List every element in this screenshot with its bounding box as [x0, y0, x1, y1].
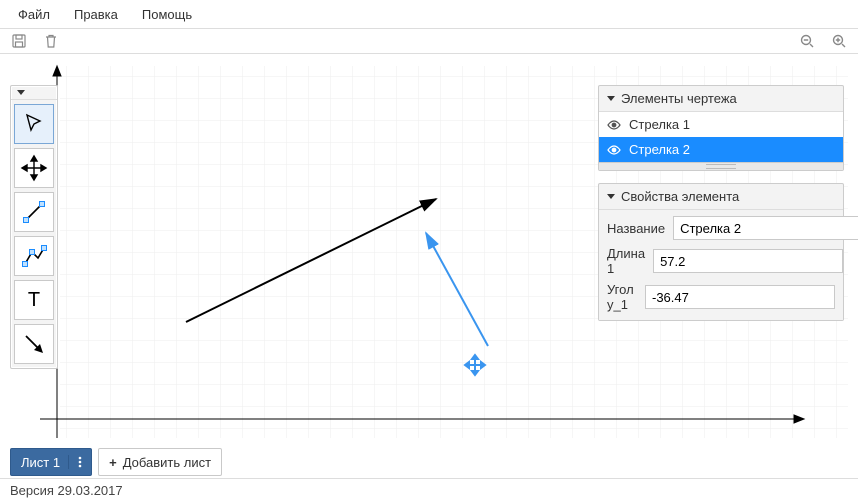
- properties-title: Свойства элемента: [621, 189, 739, 204]
- menu-file[interactable]: Файл: [6, 3, 62, 26]
- sheet-tab-menu[interactable]: [68, 455, 91, 469]
- properties-panel-header[interactable]: Свойства элемента: [599, 184, 843, 210]
- panel-resize-handle[interactable]: [599, 162, 843, 170]
- version-label: Версия 29.03.2017: [10, 483, 123, 498]
- prop-name-label: Название: [607, 221, 665, 236]
- layer-label: Стрелка 2: [629, 142, 690, 157]
- menu-help[interactable]: Помощь: [130, 3, 204, 26]
- layer-item[interactable]: Стрелка 2: [599, 137, 843, 162]
- add-sheet-label: Добавить лист: [123, 455, 211, 470]
- tool-move[interactable]: [14, 148, 54, 188]
- save-icon[interactable]: [10, 32, 28, 50]
- elements-panel-header[interactable]: Элементы чертежа: [599, 86, 843, 112]
- prop-angle-input[interactable]: [645, 285, 835, 309]
- eye-icon[interactable]: [607, 118, 621, 132]
- add-sheet-button[interactable]: + Добавить лист: [98, 448, 222, 476]
- eye-icon[interactable]: [607, 143, 621, 157]
- tool-select[interactable]: [14, 104, 54, 144]
- elements-panel: Элементы чертежа Стрелка 1 Стрелка 2: [598, 85, 844, 171]
- svg-text:T: T: [28, 289, 40, 311]
- elements-title: Элементы чертежа: [621, 91, 737, 106]
- properties-panel: Свойства элемента Название Длина 1 Угол …: [598, 183, 844, 321]
- plus-icon: +: [109, 455, 117, 470]
- prop-name-input[interactable]: [673, 216, 858, 240]
- menu-edit[interactable]: Правка: [62, 3, 130, 26]
- tool-text[interactable]: T: [14, 280, 54, 320]
- chevron-down-icon: [607, 194, 615, 199]
- trash-icon[interactable]: [42, 32, 60, 50]
- zoom-in-icon[interactable]: [830, 32, 848, 50]
- tool-line[interactable]: [14, 192, 54, 232]
- zoom-out-icon[interactable]: [798, 32, 816, 50]
- prop-length-input[interactable]: [653, 249, 843, 273]
- tool-arrow[interactable]: [14, 324, 54, 364]
- sheet-tab-active[interactable]: Лист 1: [10, 448, 92, 476]
- tool-polyline[interactable]: [14, 236, 54, 276]
- sheet-tab-label: Лист 1: [11, 455, 68, 470]
- layer-label: Стрелка 1: [629, 117, 690, 132]
- prop-angle-label: Угол y_1: [607, 282, 637, 312]
- palette-collapse[interactable]: [11, 86, 57, 100]
- layer-item[interactable]: Стрелка 1: [599, 112, 843, 137]
- tool-palette: T: [10, 85, 58, 369]
- chevron-down-icon: [607, 96, 615, 101]
- prop-length-label: Длина 1: [607, 246, 645, 276]
